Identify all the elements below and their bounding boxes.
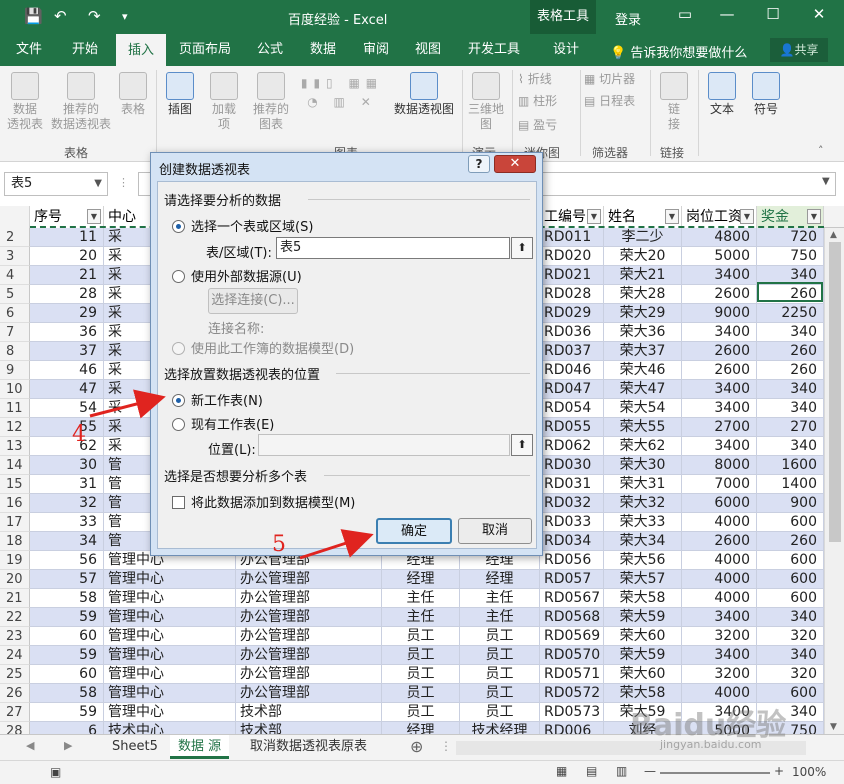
annotation-arrow-4 [89,389,166,419]
baidu-watermark-url: jingyan.baidu.com [660,738,762,751]
annotation-step-4: 4 [72,422,86,447]
annotation-layer [89,389,374,560]
annotation-arrow-5 [299,529,374,560]
annotation-step-5: 5 [272,532,286,557]
